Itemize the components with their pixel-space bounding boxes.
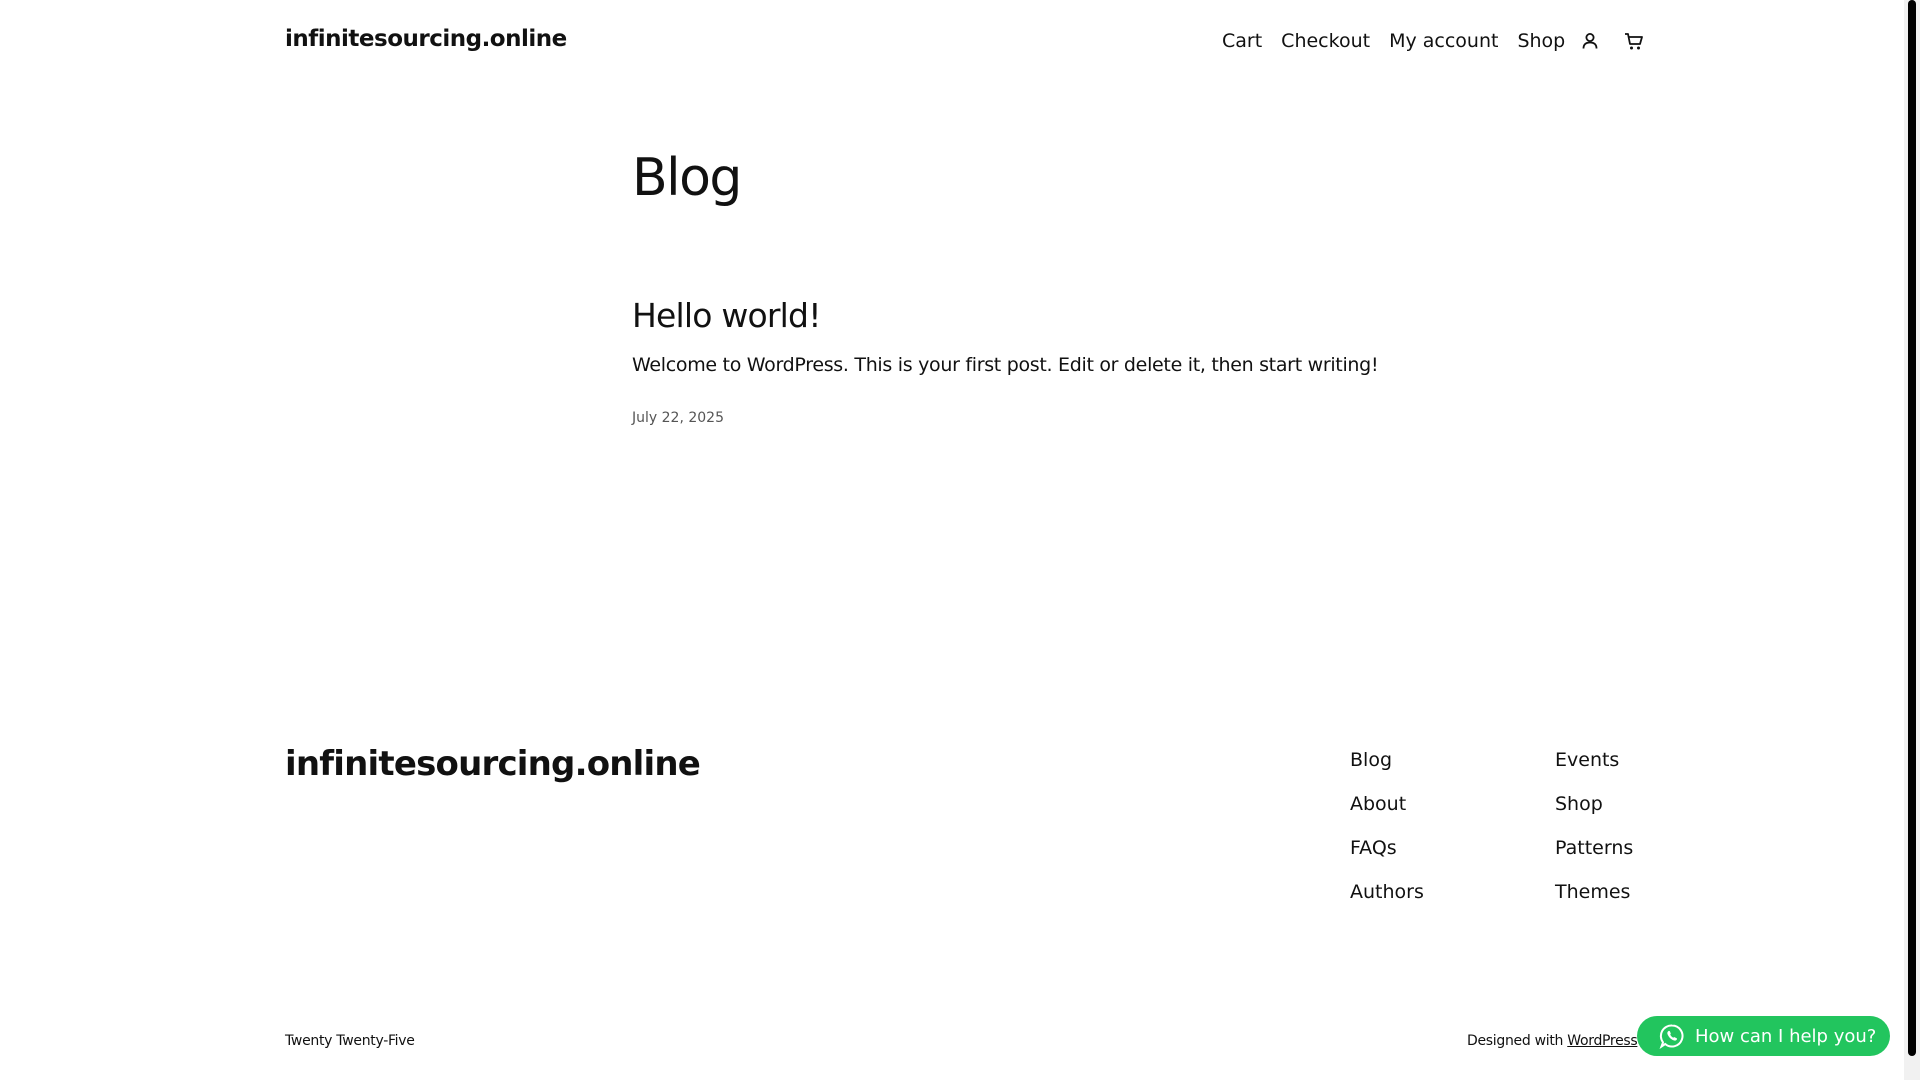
footer-link-patterns[interactable]: Patterns [1555,834,1633,878]
theme-credit: Twenty Twenty-Five [285,1033,415,1049]
footer-link-shop[interactable]: Shop [1555,790,1633,834]
footer-link-about[interactable]: About [1350,790,1424,834]
site-title-link[interactable]: infinitesourcing.online [285,26,567,52]
page-title: Blog [632,148,742,208]
footer-link-authors[interactable]: Authors [1350,878,1424,922]
footer-nav-col-2: Events Shop Patterns Themes [1555,746,1633,922]
chat-button-label: How can I help you? [1695,1025,1877,1047]
nav-my-account[interactable]: My account [1389,30,1498,52]
footer-link-events[interactable]: Events [1555,746,1633,790]
post-title-link[interactable]: Hello world! [632,296,821,335]
footer-link-themes[interactable]: Themes [1555,878,1633,922]
nav-checkout[interactable]: Checkout [1281,30,1370,52]
footer-nav-col-1: Blog About FAQs Authors [1350,746,1424,922]
footer-link-blog[interactable]: Blog [1350,746,1424,790]
vertical-scrollbar[interactable] [1904,0,1920,1080]
nav-cart[interactable]: Cart [1222,30,1262,52]
post-date[interactable]: July 22, 2025 [632,410,724,426]
primary-nav: Cart Checkout My account Shop [1222,28,1661,54]
footer-link-faqs[interactable]: FAQs [1350,834,1424,878]
designed-with-text: Designed with [1467,1033,1564,1049]
designed-with-credit: Designed with WordPress [1467,1033,1638,1049]
cart-icon[interactable] [1621,28,1647,54]
whatsapp-chat-button[interactable]: How can I help you? [1637,1016,1890,1056]
user-icon[interactable] [1577,28,1603,54]
post-excerpt: Welcome to WordPress. This is your first… [632,354,1379,376]
scrollbar-thumb[interactable] [1908,0,1916,1056]
footer-site-title[interactable]: infinitesourcing.online [285,744,701,784]
whatsapp-icon [1659,1023,1685,1049]
nav-shop[interactable]: Shop [1517,30,1565,52]
wordpress-link[interactable]: WordPress [1567,1033,1637,1049]
